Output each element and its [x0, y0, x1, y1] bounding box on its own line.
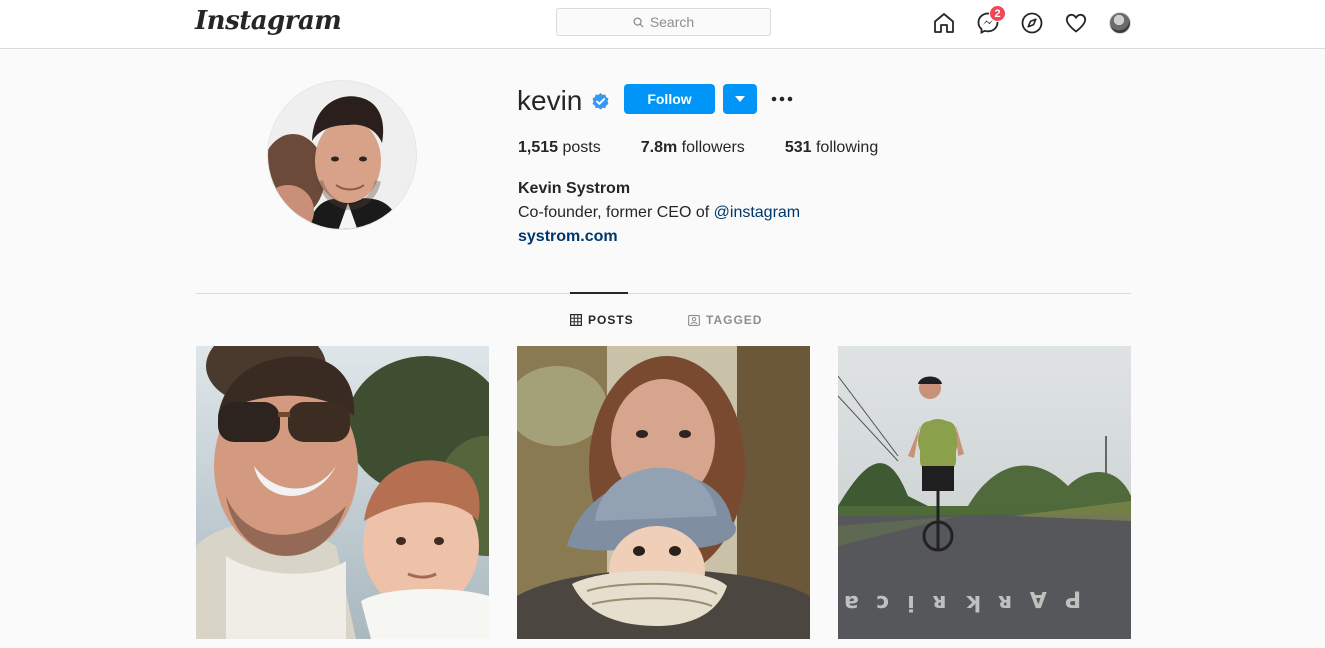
following-count: 531 — [784, 139, 812, 156]
profile-avatar[interactable] — [267, 80, 417, 230]
top-nav-bar: Instagram Search 2 — [0, 0, 1325, 49]
messages-badge: 2 — [989, 5, 1006, 22]
grid-icon — [570, 314, 582, 326]
bio-mention-link[interactable]: @instagram — [714, 204, 801, 221]
post-thumbnail[interactable] — [517, 346, 810, 639]
tabs-divider — [196, 293, 1131, 294]
avatar — [1109, 12, 1131, 34]
heart-icon[interactable] — [1062, 9, 1090, 37]
username: kevin — [517, 85, 583, 116]
nav-icons: 2 — [930, 5, 1134, 37]
profile-website-link[interactable]: systrom.com — [518, 228, 618, 246]
tab-posts[interactable]: POSTS — [570, 313, 634, 327]
more-options-button[interactable] — [768, 88, 796, 110]
active-tab-indicator — [570, 292, 628, 294]
profile-full-name: Kevin Systrom — [518, 180, 631, 197]
search-icon — [633, 16, 644, 28]
posts-count: 1,515 — [518, 139, 559, 156]
explore-icon[interactable] — [1018, 9, 1046, 37]
tagged-icon — [688, 315, 700, 326]
caret-down-icon — [735, 96, 745, 102]
instagram-logo[interactable]: Instagram — [195, 6, 342, 36]
profile-username-row: kevin — [517, 85, 610, 117]
posts-label: posts — [562, 139, 601, 156]
tab-tagged-label: TAGGED — [706, 313, 763, 327]
search-input[interactable]: Search — [556, 8, 771, 36]
profile-bio: Co-founder, former CEO of @instagram — [518, 204, 800, 222]
follow-button[interactable]: Follow — [624, 84, 715, 114]
search-placeholder: Search — [649, 14, 695, 30]
followers-count: 7.8m — [640, 139, 678, 156]
home-icon[interactable] — [930, 9, 958, 37]
followers-label: followers — [681, 139, 745, 156]
svg-text:ɐ ↄ ᴉ ᴚ ʞ ᴚ ∀ Ԁ: ɐ ↄ ᴉ ᴚ ʞ ᴚ ∀ Ԁ — [844, 589, 1086, 614]
verified-badge-icon — [592, 92, 609, 110]
post-thumbnail[interactable] — [196, 346, 489, 639]
messenger-icon[interactable]: 2 — [974, 5, 1006, 37]
following-stat[interactable]: 531 following — [785, 139, 878, 157]
posts-stat: 1,515 posts — [518, 139, 601, 157]
post-thumbnail[interactable]: ɐ ↄ ᴉ ᴚ ʞ ᴚ ∀ Ԁ — [838, 346, 1131, 639]
nav-avatar-button[interactable] — [1106, 9, 1134, 37]
more-options-icon — [771, 96, 793, 102]
tab-posts-label: POSTS — [588, 313, 634, 327]
followers-stat[interactable]: 7.8m followers — [641, 139, 745, 157]
bio-text: Co-founder, former CEO of — [518, 204, 714, 221]
following-label: following — [815, 139, 879, 156]
tab-tagged[interactable]: TAGGED — [688, 313, 762, 327]
profile-stats: 1,515 posts 7.8m followers 531 following — [518, 139, 918, 157]
suggested-dropdown-button[interactable] — [723, 84, 757, 114]
